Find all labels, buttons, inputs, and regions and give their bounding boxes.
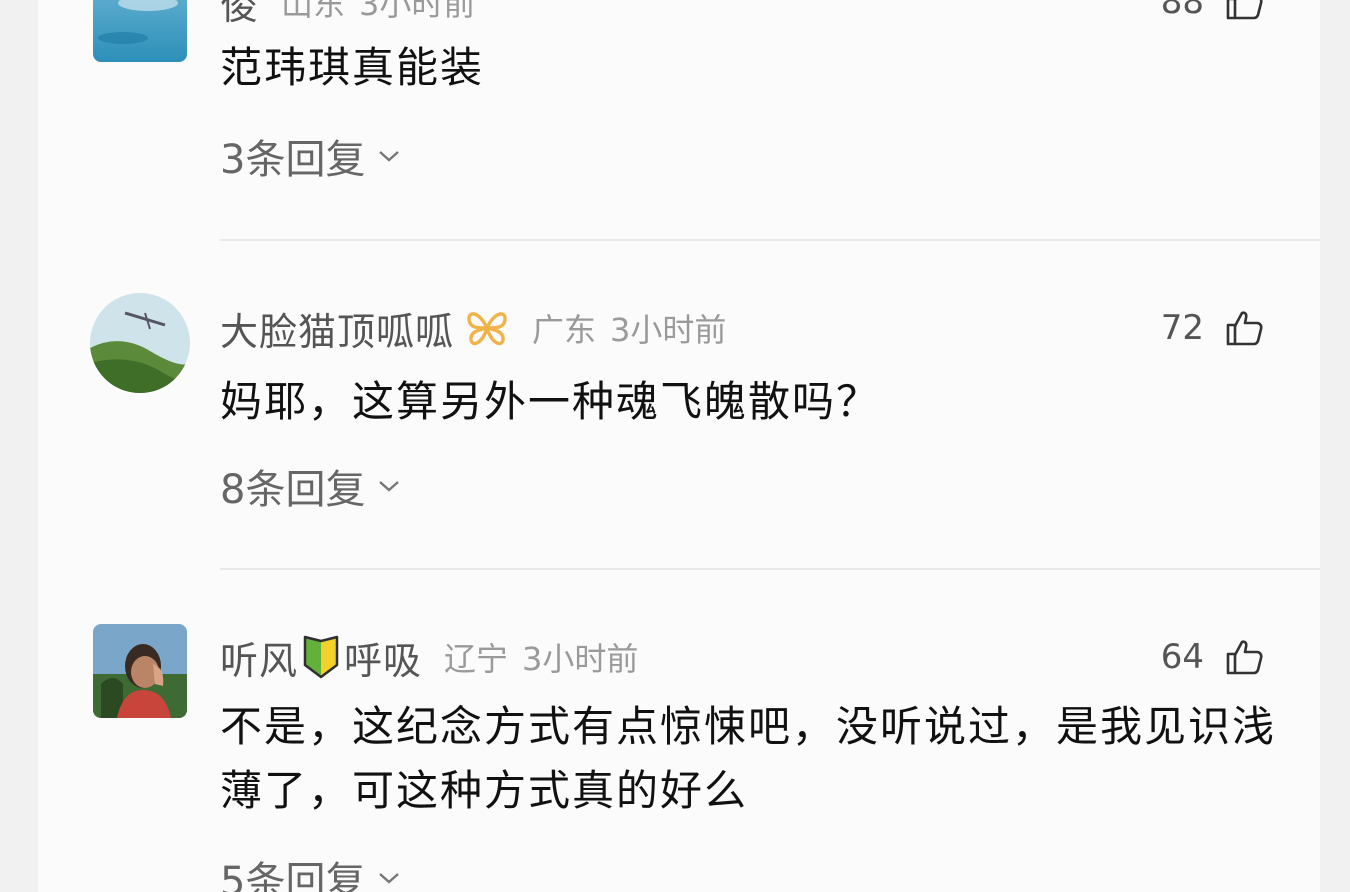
location: 广东 [532,311,597,349]
comment-feed-page: 俊 山东 3小时前 88 范玮琪真能装 3条回复 大脸猫顶呱呱 广东 3小时前 … [0,0,1350,892]
chevron-down-icon [379,873,400,884]
comment-meta: 听风 呼吸 辽宁 3小时前 [220,633,639,683]
replies-label: 5条回复 [220,859,366,892]
like-count: 88 [1160,0,1204,22]
like-button[interactable]: 72 [1161,304,1264,352]
timestamp: 3小时前 [522,640,639,678]
beginner-leaf-badge-icon [302,635,340,679]
chevron-down-icon [379,481,400,492]
avatar-image [93,0,187,62]
username-part-1[interactable]: 听风 [220,630,298,685]
location: 山东 [281,0,346,23]
avatar-image [90,293,190,393]
avatar[interactable] [93,0,187,62]
thumbs-up-icon [1226,311,1263,346]
timestamp: 3小时前 [359,0,476,23]
comment-text: 妈耶，这算另外一种魂飞魄散吗？ [220,377,881,426]
timestamp: 3小时前 [610,311,727,349]
comment-item: 大脸猫顶呱呱 广东 3小时前 72 妈耶，这算另外一种魂飞魄散吗？ 8条回复 [38,240,1320,570]
comment-meta: 俊 山东 3小时前 [220,0,476,28]
replies-toggle[interactable]: 5条回复 [220,852,401,892]
comment-item: 听风 呼吸 辽宁 3小时前 64 不是，这纪念方式有点惊悚吧，没听说过，是我见识… [38,570,1320,892]
like-count: 64 [1160,637,1204,677]
like-button[interactable]: 64 [1161,633,1264,681]
comment-item: 俊 山东 3小时前 88 范玮琪真能装 3条回复 [38,0,1320,241]
thumbs-up-icon [1226,0,1263,20]
thumbs-up-icon [1226,640,1263,675]
username[interactable]: 俊 [220,0,259,30]
comment-text: 不是，这纪念方式有点惊悚吧，没听说过，是我见识浅薄了，可这种方式真的好么 [220,702,1277,815]
avatar[interactable] [90,293,190,393]
replies-toggle[interactable]: 8条回复 [220,460,401,513]
username[interactable]: 大脸猫顶呱呱 [220,301,454,356]
like-count: 72 [1160,308,1204,348]
like-button[interactable]: 88 [1161,0,1264,26]
comment-meta: 大脸猫顶呱呱 广东 3小时前 [220,304,727,354]
comment-list: 俊 山东 3小时前 88 范玮琪真能装 3条回复 大脸猫顶呱呱 广东 3小时前 … [38,0,1320,892]
replies-label: 3条回复 [220,137,366,183]
comment-text: 范玮琪真能装 [220,43,485,92]
avatar[interactable] [93,624,187,718]
avatar-image [93,624,187,718]
location: 辽宁 [444,640,509,678]
replies-toggle[interactable]: 3条回复 [220,130,401,183]
chevron-down-icon [379,151,400,162]
replies-label: 8条回复 [220,467,366,513]
butterfly-badge-icon [464,308,510,348]
username-part-2[interactable]: 呼吸 [344,630,422,685]
